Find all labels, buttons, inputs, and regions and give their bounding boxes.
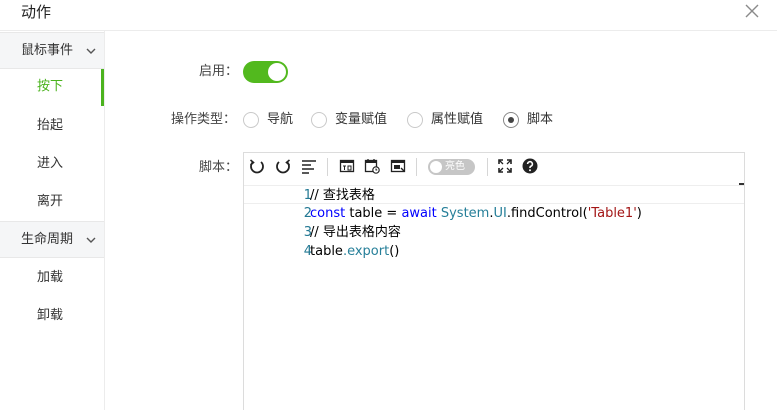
sidebar-group-label: 鼠标事件 xyxy=(21,43,74,58)
insert-widget-icon[interactable] xyxy=(390,158,406,174)
theme-toggle-label: 亮色 xyxy=(445,161,465,172)
code-line: 3 // 导出表格内容 xyxy=(244,223,744,242)
chevron-down-icon xyxy=(86,237,96,243)
sidebar-item-label: 抬起 xyxy=(37,118,64,133)
editor-toolbar: 亮色 xyxy=(244,153,744,181)
line-number: 2 xyxy=(303,206,312,221)
toggle-knob xyxy=(268,63,286,81)
sidebar-group-lifecycle[interactable]: 生命周期 xyxy=(0,221,104,258)
chevron-down-icon xyxy=(86,48,96,54)
sidebar-item-label: 加载 xyxy=(37,270,64,285)
insert-date-icon[interactable] xyxy=(364,158,380,174)
code-line: 4 table.export() xyxy=(244,242,744,261)
sidebar-item-label: 进入 xyxy=(37,156,64,171)
action-type-label: 操作类型： xyxy=(171,112,237,127)
event-sidebar: 鼠标事件 按下 抬起 进入 离开 生命周期 加载 卸载 xyxy=(0,31,105,410)
sidebar-item-leave[interactable]: 离开 xyxy=(0,184,104,221)
redo-icon[interactable] xyxy=(275,158,291,174)
script-editor[interactable]: 亮色 1 // 查找表格 2 const table = await Syste… xyxy=(243,152,745,410)
fullscreen-icon[interactable] xyxy=(497,158,513,174)
radio-label: 变量赋值 xyxy=(335,112,388,127)
sidebar-item-label: 离开 xyxy=(37,194,64,209)
radio-label: 导航 xyxy=(267,112,294,127)
radio-circle xyxy=(503,112,519,128)
dialog-title: 动作 xyxy=(21,3,52,21)
code-line: 2 const table = await System.UI.findCont… xyxy=(244,204,744,223)
undo-icon[interactable] xyxy=(249,158,265,174)
sidebar-group-label: 生命周期 xyxy=(21,232,74,247)
sidebar-item-label: 按下 xyxy=(37,79,64,94)
toggle-knob xyxy=(430,161,442,173)
code-text: // 查找表格 xyxy=(310,188,375,203)
radio-label: 脚本 xyxy=(527,112,554,127)
toolbar-separator xyxy=(327,158,328,176)
radio-label: 属性赋值 xyxy=(431,112,484,127)
sidebar-group-mouse-events[interactable]: 鼠标事件 xyxy=(0,32,104,69)
code-line: 1 // 查找表格 xyxy=(244,185,744,204)
sidebar-item-release[interactable]: 抬起 xyxy=(0,108,104,145)
enable-toggle[interactable] xyxy=(243,61,288,83)
radio-circle xyxy=(243,112,259,128)
code-text: const table = await System.UI.findContro… xyxy=(310,206,642,221)
code-text: table.export() xyxy=(310,244,400,259)
theme-toggle[interactable]: 亮色 xyxy=(428,159,475,175)
sidebar-item-load[interactable]: 加载 xyxy=(0,260,104,297)
line-number: 3 xyxy=(303,225,312,240)
sidebar-item-label: 卸载 xyxy=(37,308,64,323)
enable-label: 启用： xyxy=(199,64,239,79)
sidebar-item-unload[interactable]: 卸载 xyxy=(0,298,104,335)
sidebar-item-enter[interactable]: 进入 xyxy=(0,146,104,183)
help-icon[interactable] xyxy=(522,158,538,174)
radio-circle xyxy=(311,112,327,128)
line-number: 4 xyxy=(303,244,312,259)
toolbar-separator xyxy=(487,158,488,176)
toolbar-separator xyxy=(416,158,417,176)
radio-circle xyxy=(407,112,423,128)
insert-tag-icon[interactable] xyxy=(339,158,355,174)
line-number: 1 xyxy=(303,188,312,203)
sidebar-item-press[interactable]: 按下 xyxy=(0,69,104,106)
close-icon[interactable] xyxy=(743,2,761,20)
code-text: // 导出表格内容 xyxy=(310,225,401,240)
dialog-header: 动作 xyxy=(0,0,777,31)
script-label: 脚本： xyxy=(199,160,239,175)
format-align-icon[interactable] xyxy=(301,158,317,174)
